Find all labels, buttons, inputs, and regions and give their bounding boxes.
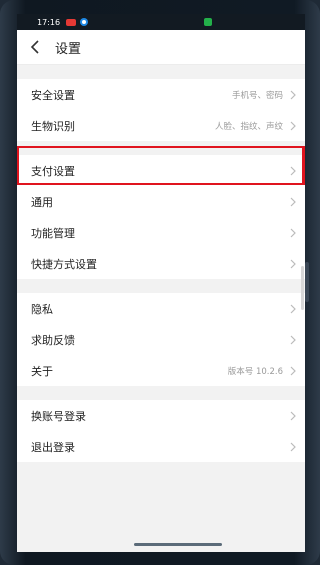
- chevron-right-icon: [289, 259, 297, 269]
- row-label: 功能管理: [31, 226, 75, 240]
- highlight-box-edge: [302, 146, 305, 185]
- home-indicator[interactable]: [134, 543, 222, 546]
- chevron-right-icon: [289, 197, 297, 207]
- settings-group-account-actions: 换账号登录 退出登录: [17, 400, 305, 462]
- row-label: 安全设置: [31, 88, 75, 102]
- blue-app-badge-icon: [80, 18, 89, 26]
- chevron-right-icon: [289, 304, 297, 314]
- row-security-settings[interactable]: 安全设置 手机号、密码: [17, 79, 305, 110]
- row-logout[interactable]: 退出登录: [17, 431, 305, 462]
- row-feature-management[interactable]: 功能管理: [17, 217, 305, 248]
- red-app-badge-icon: [66, 18, 77, 26]
- screen: 17:16 设置 安全设置 手机号、密码 生物识别 人脸、指纹、声纹 支付设置 …: [17, 14, 305, 552]
- chevron-left-icon[interactable]: [21, 30, 49, 64]
- chevron-right-icon: [289, 335, 297, 345]
- status-time: 17:16: [37, 17, 61, 27]
- row-label: 生物识别: [31, 119, 75, 133]
- settings-group-support: 隐私 求助反馈 关于 版本号 10.2.6: [17, 293, 305, 386]
- row-privacy[interactable]: 隐私: [17, 293, 305, 324]
- chevron-right-icon: [289, 366, 297, 376]
- row-label: 关于: [31, 364, 53, 378]
- row-biometrics[interactable]: 生物识别 人脸、指纹、声纹: [17, 110, 305, 141]
- chevron-right-icon: [289, 442, 297, 452]
- highlight-box: [17, 146, 302, 185]
- settings-group-account: 安全设置 手机号、密码 生物识别 人脸、指纹、声纹: [17, 79, 305, 141]
- row-label: 通用: [31, 195, 53, 209]
- row-label: 求助反馈: [31, 333, 75, 347]
- side-button: [305, 262, 309, 302]
- section-gap: [17, 279, 305, 293]
- title-bar: 设置: [17, 30, 305, 65]
- row-shortcut-settings[interactable]: 快捷方式设置: [17, 248, 305, 279]
- status-bar: 17:16: [17, 14, 305, 30]
- row-about[interactable]: 关于 版本号 10.2.6: [17, 355, 305, 386]
- row-label: 隐私: [31, 302, 53, 316]
- row-label: 退出登录: [31, 440, 75, 454]
- version-value: 版本号 10.2.6: [227, 366, 283, 377]
- section-gap: [17, 386, 305, 400]
- row-general[interactable]: 通用: [17, 186, 305, 217]
- chevron-right-icon: [289, 411, 297, 421]
- section-gap: [17, 65, 305, 79]
- chevron-right-icon: [289, 121, 297, 131]
- scrollbar[interactable]: [301, 266, 304, 310]
- row-switch-account[interactable]: 换账号登录: [17, 400, 305, 431]
- chevron-right-icon: [289, 228, 297, 238]
- row-label: 换账号登录: [31, 409, 86, 423]
- row-help-feedback[interactable]: 求助反馈: [17, 324, 305, 355]
- row-value: 手机号、密码: [231, 90, 283, 101]
- row-label: 快捷方式设置: [31, 257, 97, 271]
- page-title: 设置: [55, 41, 82, 57]
- chevron-right-icon: [289, 90, 297, 100]
- row-value: 人脸、指纹、声纹: [214, 121, 283, 132]
- green-app-badge-icon: [204, 18, 213, 26]
